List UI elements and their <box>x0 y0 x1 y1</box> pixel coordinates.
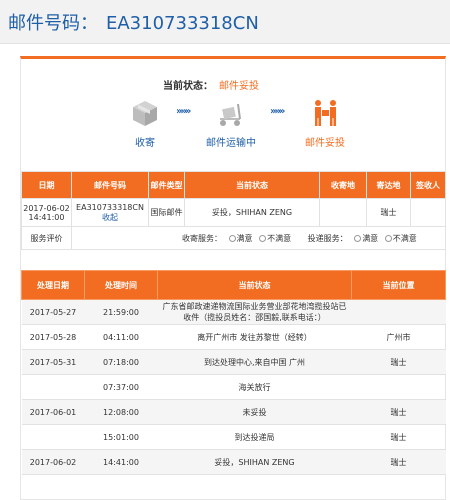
delivery-unsatisfied-label: 不满意 <box>392 233 417 243</box>
table-row: 2017-06-01 12:08:00 未妥投 瑞士 <box>21 399 446 425</box>
history-location: 广州市 <box>351 324 446 350</box>
history-status: 妥投，SHIHAN ZENG <box>157 449 352 475</box>
history-location: 瑞士 <box>351 399 446 425</box>
pickup-unsatisfied-radio[interactable] <box>259 234 267 242</box>
pickup-satisfied-radio[interactable] <box>228 234 236 242</box>
pickup-satisfied-label: 满意 <box>236 233 253 243</box>
step-arrows-icon: »»» <box>270 106 285 117</box>
history-location <box>351 299 446 325</box>
package-box-icon <box>130 98 160 128</box>
delivery-person-icon <box>310 98 340 128</box>
summary-mail-no: EA310733318CN <box>76 202 144 212</box>
summary-status: 妥投，SHIHAN ZENG <box>184 198 320 227</box>
mail-number-value: EA310733318CN <box>106 13 259 34</box>
history-time: 12:08:00 <box>84 399 158 425</box>
table-row: 07:37:00 海关放行 <box>21 374 446 400</box>
step-delivered: 邮件妥投 <box>298 98 352 149</box>
transport-cart-icon <box>216 98 246 128</box>
delivery-service-group: 投递服务： 满意 不满意 <box>308 234 417 243</box>
history-time: 07:18:00 <box>84 349 158 375</box>
history-location <box>351 374 446 400</box>
history-time: 14:41:00 <box>84 449 158 475</box>
summary-mail-type: 国际邮件 <box>148 198 185 227</box>
history-status: 到达投递局 <box>157 424 352 450</box>
current-status: 当前状态： 邮件妥投 <box>163 77 259 92</box>
column-header: 处理时间 <box>84 270 158 300</box>
column-header: 邮件类型 <box>148 171 185 199</box>
history-status: 未妥投 <box>157 399 352 425</box>
pickup-service-label: 收寄服务： <box>182 233 222 243</box>
summary-mail-no-cell: EA310733318CN 收起 <box>71 198 149 227</box>
column-header: 日期 <box>21 171 72 199</box>
table-row: 15:01:00 到达投递局 瑞士 <box>21 424 446 450</box>
service-evaluation-label: 服务评价 <box>21 226 72 250</box>
mail-number-title: 邮件号码： EA310733318CN <box>8 9 259 35</box>
history-status: 海关放行 <box>157 374 352 400</box>
table-row: 2017-05-28 04:11:00 离开广州市 发往苏黎世（经转） 广州市 <box>21 324 446 350</box>
summary-origin <box>319 198 367 227</box>
current-status-value: 邮件妥投 <box>219 81 259 92</box>
history-date: 2017-05-28 <box>21 324 85 350</box>
history-time: 15:01:00 <box>84 424 158 450</box>
current-status-label: 当前状态： <box>163 81 213 92</box>
step-label: 收寄 <box>135 138 155 149</box>
step-label: 邮件运输中 <box>206 138 256 149</box>
step-collected: 收寄 <box>125 98 165 149</box>
history-location: 瑞士 <box>351 449 446 475</box>
history-location: 瑞士 <box>351 349 446 375</box>
column-header: 邮件号码 <box>71 171 149 199</box>
history-date <box>21 424 85 450</box>
history-date: 2017-06-01 <box>21 399 85 425</box>
history-status: 离开广州市 发往苏黎世（经转） <box>157 324 352 350</box>
summary-table: 日期 邮件号码 邮件类型 当前状态 收寄地 寄达地 签收人 2017-06-02… <box>21 171 446 250</box>
collapse-link[interactable]: 收起 <box>73 212 148 223</box>
column-header: 当前状态 <box>157 270 352 300</box>
delivery-service-label: 投递服务： <box>307 233 348 243</box>
page-header: 邮件号码： EA310733318CN <box>0 0 450 44</box>
table-row: 2017-05-31 07:18:00 到达处理中心,来自中国 广州 瑞士 <box>21 349 446 375</box>
step-arrows-icon: »»» <box>176 106 191 117</box>
column-header: 寄达地 <box>366 171 411 199</box>
history-header-row: 处理日期 处理时间 当前状态 当前位置 <box>21 270 446 300</box>
history-location: 瑞士 <box>351 424 446 450</box>
step-label: 邮件妥投 <box>305 138 345 149</box>
history-time: 07:37:00 <box>84 374 158 400</box>
history-status: 到达处理中心,来自中国 广州 <box>157 349 352 375</box>
column-header: 当前状态 <box>184 171 320 199</box>
summary-destination: 瑞士 <box>366 198 411 227</box>
summary-date: 2017-06-02 14:41:00 <box>21 198 72 227</box>
history-status: 广东省邮政速递物流国际业务营业部花地湾揽投站已收件（揽投员姓名：邵国毅,联系电话… <box>157 299 352 325</box>
table-row: 2017-05-27 21:59:00 广东省邮政速递物流国际业务营业部花地湾揽… <box>21 299 446 325</box>
history-date <box>21 374 85 400</box>
tracking-history-table: 处理日期 处理时间 当前状态 当前位置 2017-05-27 21:59:00 … <box>21 270 446 475</box>
service-evaluation-options: 收寄服务： 满意 不满意 投递服务： 满意 不满意 <box>71 226 446 250</box>
history-date: 2017-06-02 <box>21 449 85 475</box>
pickup-unsatisfied-label: 不满意 <box>267 233 292 243</box>
summary-row: 2017-06-02 14:41:00 EA310733318CN 收起 国际邮… <box>21 198 446 227</box>
delivery-satisfied-radio[interactable] <box>354 234 362 242</box>
delivery-satisfied-label: 满意 <box>362 233 379 243</box>
service-evaluation-row: 服务评价 收寄服务： 满意 不满意 投递服务： 满意 不满意 <box>21 226 446 250</box>
summary-signee <box>410 198 446 227</box>
step-in-transit: 邮件运输中 <box>198 98 264 149</box>
column-header: 签收人 <box>410 171 446 199</box>
column-header: 处理日期 <box>21 270 85 300</box>
mail-number-label: 邮件号码： <box>8 13 98 34</box>
history-time: 21:59:00 <box>84 299 158 325</box>
summary-header-row: 日期 邮件号码 邮件类型 当前状态 收寄地 寄达地 签收人 <box>21 171 446 199</box>
column-header: 当前位置 <box>351 270 446 300</box>
column-header: 收寄地 <box>319 171 367 199</box>
pickup-service-group: 收寄服务： 满意 不满意 <box>182 234 294 243</box>
history-date: 2017-05-27 <box>21 299 85 325</box>
delivery-unsatisfied-radio[interactable] <box>384 234 392 242</box>
table-row: 2017-06-02 14:41:00 妥投，SHIHAN ZENG 瑞士 <box>21 449 446 475</box>
history-date: 2017-05-31 <box>21 349 85 375</box>
history-time: 04:11:00 <box>84 324 158 350</box>
